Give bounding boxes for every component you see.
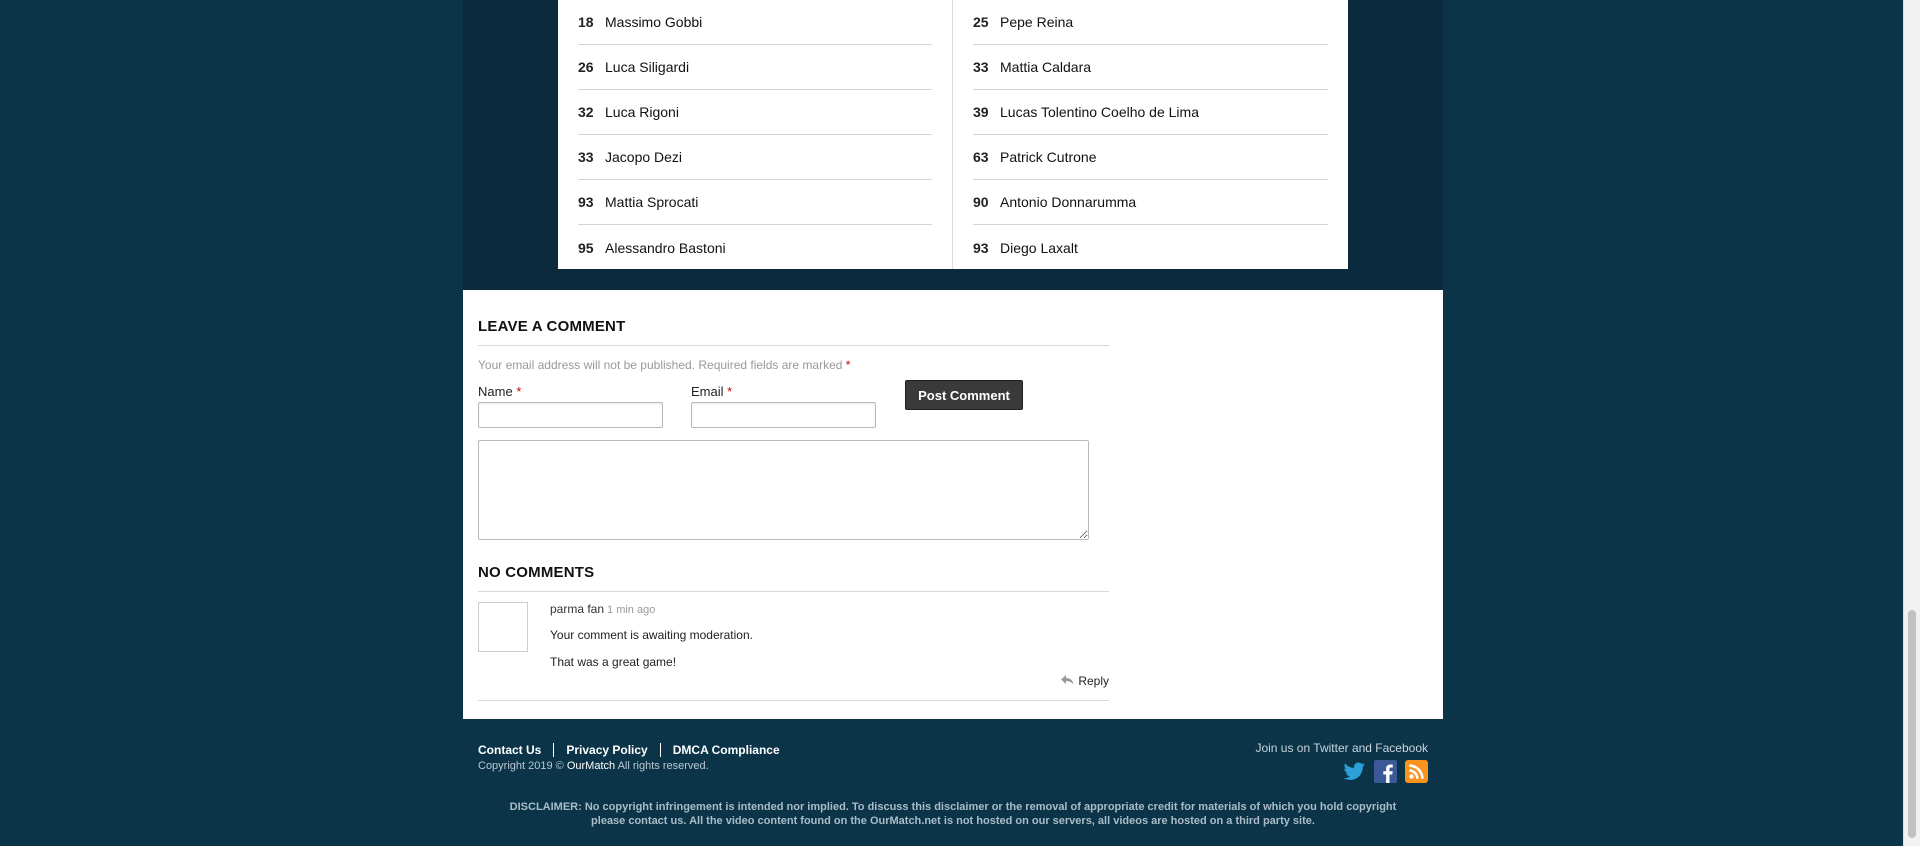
player-row: 39 Lucas Tolentino Coelho de Lima <box>973 90 1328 135</box>
footer: Contact Us Privacy Policy DMCA Complianc… <box>478 735 1428 845</box>
disclaimer-line-1: DISCLAIMER: No copyright infringement is… <box>509 801 1397 813</box>
page-scrollbar[interactable] <box>1903 0 1920 846</box>
moderation-notice: Your comment is awaiting moderation. <box>550 628 753 642</box>
name-input[interactable] <box>478 402 663 428</box>
post-comment-button[interactable]: Post Comment <box>905 380 1023 410</box>
join-us-text: Join us on Twitter and Facebook <box>1255 741 1428 755</box>
brand-link[interactable]: OurMatch <box>567 760 615 772</box>
footer-divider <box>659 743 661 757</box>
scrollbar-thumb[interactable] <box>1908 610 1916 838</box>
player-name: Mattia Caldara <box>1000 59 1092 75</box>
player-name: Luca Siligardi <box>605 59 690 75</box>
player-row: 95 Alessandro Bastoni <box>578 225 932 270</box>
footer-divider <box>553 743 555 757</box>
avatar <box>478 602 528 652</box>
player-name: Mattia Sprocati <box>605 194 699 210</box>
comment-author: parma fan <box>550 602 605 616</box>
player-row: 32 Luca Rigoni <box>578 90 932 135</box>
comment-textarea[interactable] <box>478 440 1089 540</box>
player-number: 95 <box>578 239 594 256</box>
reply-label: Reply <box>1078 673 1109 688</box>
social-icons <box>1343 760 1428 783</box>
player-row: 26 Luca Siligardi <box>578 45 932 90</box>
facebook-icon[interactable] <box>1374 760 1397 783</box>
dmca-compliance-link[interactable]: DMCA Compliance <box>673 743 780 757</box>
comments-section: LEAVE A COMMENT Your email address will … <box>463 290 1443 719</box>
email-label: Email * <box>691 384 876 399</box>
name-label: Name * <box>478 384 663 399</box>
player-number: 33 <box>973 59 989 75</box>
player-row: 93 Mattia Sprocati <box>578 180 932 225</box>
email-input[interactable] <box>691 402 876 428</box>
form-notes: Your email address will not be published… <box>478 358 1428 372</box>
player-number: 33 <box>578 149 594 165</box>
player-row: 90 Antonio Donnarumma <box>973 180 1328 225</box>
player-name: Patrick Cutrone <box>1000 149 1097 165</box>
player-number: 26 <box>578 59 594 75</box>
reply-arrow-icon <box>1061 673 1074 688</box>
player-number: 93 <box>578 194 594 210</box>
player-row: 93 Diego Laxalt <box>973 225 1328 270</box>
player-name: Jacopo Dezi <box>605 149 683 165</box>
player-number: 63 <box>973 149 989 165</box>
comment-form-row: Name * Email * Post Comment <box>478 380 1428 432</box>
comment-time: 1 min ago <box>607 604 656 616</box>
player-row: 33 Mattia Caldara <box>973 45 1328 90</box>
name-field-group: Name * <box>478 382 663 428</box>
copyright: Copyright 2019 © OurMatch All rights res… <box>478 760 1428 772</box>
player-name: Alessandro Bastoni <box>605 239 726 256</box>
player-row: 18 Massimo Gobbi <box>578 0 932 45</box>
comment-item: parma fan 1 min ago Your comment is await… <box>478 592 1109 701</box>
name-label-text: Name <box>478 384 513 399</box>
player-row: 33 Jacopo Dezi <box>578 135 932 180</box>
privacy-policy-link[interactable]: Privacy Policy <box>566 743 647 757</box>
email-field-group: Email * <box>691 382 876 428</box>
player-number: 25 <box>973 14 989 30</box>
comments-heading: NO COMMENTS <box>478 564 1109 592</box>
player-name: Massimo Gobbi <box>605 14 703 30</box>
comment-text: That was a great game! <box>550 655 677 669</box>
copyright-suffix: All rights reserved. <box>617 760 709 772</box>
required-marker: * <box>727 384 733 399</box>
reply-link[interactable]: Reply <box>1061 673 1109 688</box>
leave-comment-heading: LEAVE A COMMENT <box>478 318 1109 346</box>
required-marker: * <box>516 384 522 399</box>
player-row: 63 Patrick Cutrone <box>973 135 1328 180</box>
player-name: Luca Rigoni <box>605 104 679 120</box>
player-name: Antonio Donnarumma <box>1000 194 1137 210</box>
player-number: 18 <box>578 14 594 30</box>
away-lineup: 25 Pepe Reina 33 Mattia Caldara 39 Lucas To… <box>953 0 1348 269</box>
form-notes-text: Your email address will not be published… <box>478 358 843 372</box>
player-name: Pepe Reina <box>1000 14 1074 30</box>
lineups-panel: 18 Massimo Gobbi 26 Luca Siligardi 32 Luca … <box>558 0 1348 269</box>
player-name: Diego Laxalt <box>1000 239 1078 256</box>
twitter-icon[interactable] <box>1343 760 1366 783</box>
copyright-prefix: Copyright 2019 © <box>478 760 564 772</box>
email-label-text: Email <box>691 384 724 399</box>
contact-us-link[interactable]: Contact Us <box>478 743 541 757</box>
comment-body: parma fan 1 min ago Your comment is await… <box>550 602 753 669</box>
player-number: 32 <box>578 104 594 120</box>
comment-meta: parma fan 1 min ago <box>550 602 753 616</box>
disclaimer-line-2: please contact us. All the video content… <box>591 815 1315 827</box>
player-row: 25 Pepe Reina <box>973 0 1328 45</box>
player-number: 90 <box>973 194 989 210</box>
home-lineup: 18 Massimo Gobbi 26 Luca Siligardi 32 Luca … <box>558 0 953 269</box>
player-name: Lucas Tolentino Coelho de Lima <box>1000 104 1199 120</box>
player-number: 93 <box>973 239 989 256</box>
required-marker: * <box>845 358 851 372</box>
disclaimer: DISCLAIMER: No copyright infringement is… <box>463 800 1443 828</box>
player-number: 39 <box>973 104 989 120</box>
rss-icon[interactable] <box>1405 760 1428 783</box>
